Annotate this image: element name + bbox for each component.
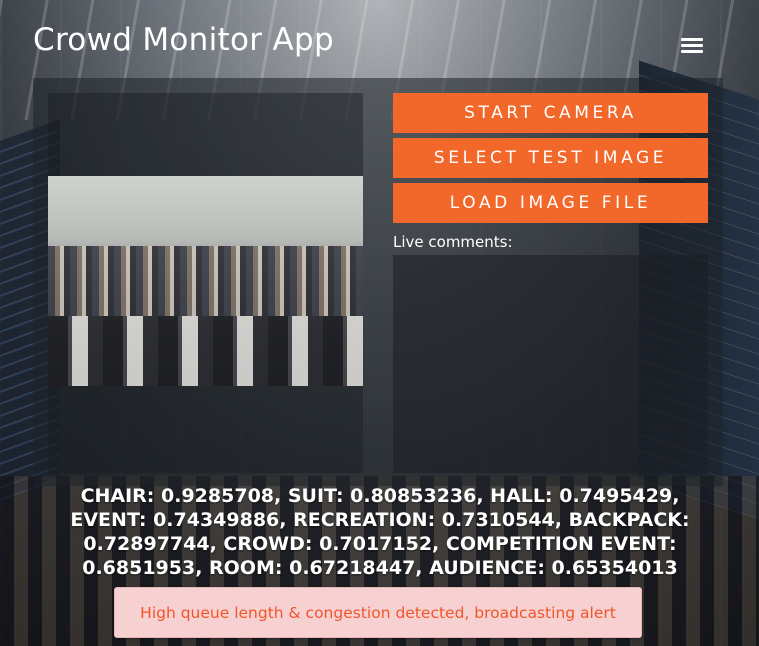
congestion-alert: High queue length & congestion detected,… bbox=[114, 587, 642, 638]
header: Crowd Monitor App bbox=[0, 0, 759, 80]
controls-column: START CAMERA SELECT TEST IMAGE LOAD IMAG… bbox=[393, 93, 708, 473]
hamburger-menu-icon[interactable] bbox=[681, 38, 703, 54]
app-title: Crowd Monitor App bbox=[33, 22, 334, 58]
load-image-file-button[interactable]: LOAD IMAGE FILE bbox=[393, 183, 708, 223]
preview-crowd bbox=[48, 246, 363, 316]
preview-image bbox=[48, 176, 363, 386]
start-camera-button[interactable]: START CAMERA bbox=[393, 93, 708, 133]
select-test-image-button[interactable]: SELECT TEST IMAGE bbox=[393, 138, 708, 178]
live-comments-box bbox=[393, 255, 708, 473]
live-comments-label: Live comments: bbox=[393, 233, 513, 251]
preview-seats bbox=[48, 316, 363, 386]
detection-results: CHAIR: 0.9285708, SUIT: 0.80853236, HALL… bbox=[70, 485, 690, 579]
